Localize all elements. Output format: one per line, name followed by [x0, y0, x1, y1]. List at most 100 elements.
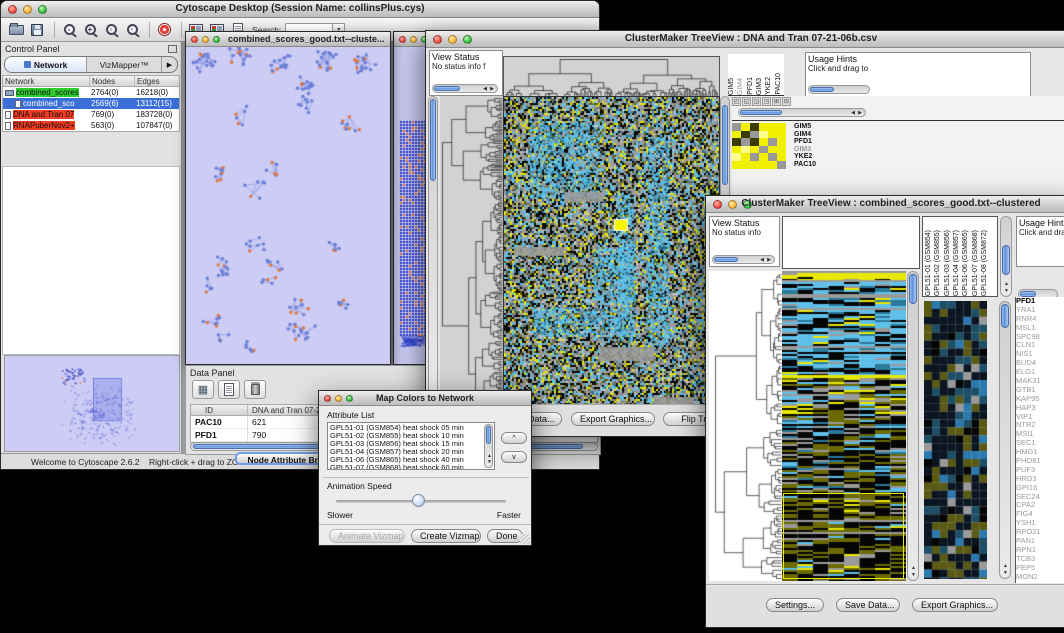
tv2-zoom-vscroll[interactable]: ▲ ▼ — [999, 301, 1011, 579]
save-session-icon[interactable] — [28, 21, 46, 38]
create-attribute-icon[interactable] — [218, 380, 240, 399]
zoom-button[interactable] — [213, 36, 220, 43]
create-vizmap-button[interactable]: Create Vizmap — [411, 529, 481, 543]
heatmap-cell[interactable] — [777, 161, 786, 169]
network-row[interactable]: combined_scores2764(0)16218(0) — [3, 87, 179, 98]
slider-thumb[interactable] — [412, 494, 425, 507]
close-button[interactable] — [399, 36, 406, 43]
zoom-in-icon[interactable]: + — [81, 21, 99, 38]
zoom-tool-icon-1[interactable]: ◱ — [742, 97, 751, 106]
network-table-header[interactable]: Network Nodes Edges — [3, 76, 179, 87]
zoom-tool-icon-4[interactable]: ⊞ — [772, 97, 781, 106]
zoom-tool-icon-2[interactable]: ◲ — [752, 97, 761, 106]
minimize-button[interactable] — [410, 36, 417, 43]
heatmap-cell[interactable] — [768, 123, 777, 131]
heatmap-cell[interactable] — [750, 146, 759, 154]
heatmap-cell[interactable] — [768, 131, 777, 139]
zoom-tool-icon-3[interactable]: ◳ — [762, 97, 771, 106]
tv2-export-graphics-button[interactable]: Export Graphics... — [912, 598, 998, 612]
zoom-out-icon[interactable]: - — [60, 21, 78, 38]
heatmap-cell[interactable] — [741, 161, 750, 169]
close-button[interactable] — [191, 36, 198, 43]
heatmap-cell[interactable] — [732, 131, 741, 139]
tv2-column-dendrogram-area[interactable] — [782, 216, 920, 269]
tv2-row-dendrogram[interactable] — [709, 271, 782, 581]
tv1-hints-hscroll[interactable] — [808, 85, 870, 94]
heatmap-cell[interactable] — [759, 146, 768, 154]
attribute-item[interactable]: GPL51-07 (GSM868) heat shock 60 min — [330, 464, 492, 470]
heatmap-cell[interactable] — [768, 138, 777, 146]
heatmap-cell[interactable] — [741, 123, 750, 131]
zoom-selected-icon[interactable]: · — [123, 21, 141, 38]
heatmap-cell[interactable] — [777, 146, 786, 154]
heatmap-cell[interactable] — [777, 123, 786, 131]
help-icon[interactable] — [155, 21, 173, 38]
heatmap-cell[interactable] — [750, 153, 759, 161]
heatmap-cell[interactable] — [741, 153, 750, 161]
tv2-status-hscroll[interactable]: ◀ ▶ — [712, 255, 775, 264]
delete-attribute-icon[interactable] — [244, 380, 266, 399]
tab-network[interactable]: Network — [5, 57, 87, 72]
heatmap-cell[interactable] — [750, 123, 759, 131]
heatmap-cell[interactable] — [732, 161, 741, 169]
heatmap-cell[interactable] — [732, 153, 741, 161]
heatmap-cell[interactable] — [732, 123, 741, 131]
tv1-export-graphics-button[interactable]: Export Graphics... — [571, 412, 655, 426]
heatmap-cell[interactable] — [777, 131, 786, 139]
tab-overflow-arrow[interactable]: ▶ — [162, 57, 177, 72]
heatmap-cell[interactable] — [768, 153, 777, 161]
heatmap-cell[interactable] — [750, 131, 759, 139]
zoom-tool-icon-0[interactable]: ◰ — [732, 97, 741, 106]
tv2-save-data-button[interactable]: Save Data... — [836, 598, 900, 612]
open-network-icon[interactable] — [7, 21, 25, 38]
attribute-list[interactable]: GPL51-01 (GSM854) heat shock 05 minGPL51… — [327, 422, 495, 470]
zoom-fit-icon[interactable]: ▫ — [102, 21, 120, 38]
tv1-column-dendrogram[interactable] — [503, 56, 720, 98]
heatmap-cell[interactable] — [732, 138, 741, 146]
heatmap-cell[interactable] — [759, 138, 768, 146]
tv2-global-heatmap[interactable] — [782, 271, 906, 581]
tv1-zoom-hscroll[interactable]: ◀ ▶ — [738, 108, 866, 117]
animate-vizmap-button[interactable]: Animate Vizmap — [329, 529, 405, 543]
main-titlebar[interactable]: Cytoscape Desktop (Session Name: collins… — [1, 1, 599, 18]
heatmap-cell[interactable] — [777, 138, 786, 146]
tv1-zoom-heatmap[interactable] — [732, 123, 786, 169]
tv2-settings-button[interactable]: Settings... — [766, 598, 824, 612]
heatmap-cell[interactable] — [759, 161, 768, 169]
done-button[interactable]: Done — [487, 529, 523, 543]
minimize-button[interactable] — [202, 36, 209, 43]
heatmap-cell[interactable] — [732, 146, 741, 154]
select-attributes-icon[interactable]: ▦ — [192, 380, 214, 399]
heatmap-cell[interactable] — [741, 138, 750, 146]
heatmap-cell[interactable] — [750, 161, 759, 169]
tv1-left-vscroll[interactable] — [428, 96, 438, 406]
heatmap-cell[interactable] — [741, 146, 750, 154]
network-row[interactable]: DNA and Tran 07769(0)183728(0) — [3, 109, 179, 120]
network-row[interactable]: combined_sco2569(6)13112(15) — [3, 98, 179, 109]
float-panel-icon[interactable] — [168, 45, 177, 53]
tv1-row-dendrogram[interactable] — [440, 96, 503, 406]
tv2-zoom-heatmap[interactable] — [924, 301, 987, 579]
network-view-canvas-1[interactable] — [186, 47, 390, 364]
heatmap-cell[interactable] — [759, 153, 768, 161]
attribute-list-vscroll[interactable]: ▲ ▼ — [484, 424, 493, 468]
heatmap-cell[interactable] — [777, 153, 786, 161]
tv1-status-hscroll[interactable]: ◀ ▶ — [432, 84, 498, 93]
tab-vizmapper[interactable]: VizMapper™ — [87, 57, 162, 72]
heatmap-cell[interactable] — [768, 161, 777, 169]
frame1-titlebar[interactable]: combined_scores_good.txt--cluste... — [186, 32, 390, 47]
heatmap-cell[interactable] — [759, 123, 768, 131]
network-overview[interactable] — [4, 355, 180, 452]
heatmap-cell[interactable] — [768, 146, 777, 154]
heatmap-cell[interactable] — [750, 138, 759, 146]
move-down-button[interactable]: v — [501, 451, 527, 463]
tv1-titlebar[interactable]: ClusterMaker TreeView : DNA and Tran 07-… — [426, 31, 1064, 48]
tv2-collabel-vscroll[interactable]: ▲ ▼ — [1000, 216, 1012, 297]
network-row[interactable]: RNAPuberNov2+563(0)107847(0) — [3, 120, 179, 131]
move-up-button[interactable]: ^ — [501, 432, 527, 444]
dialog-titlebar[interactable]: Map Colors to Network — [319, 391, 531, 406]
heatmap-cell[interactable] — [759, 131, 768, 139]
zoom-tool-icon-5[interactable]: ⊟ — [782, 97, 791, 106]
tv1-global-heatmap[interactable] — [503, 96, 720, 408]
tv2-main-vscroll[interactable]: ▲ ▼ — [907, 271, 919, 581]
